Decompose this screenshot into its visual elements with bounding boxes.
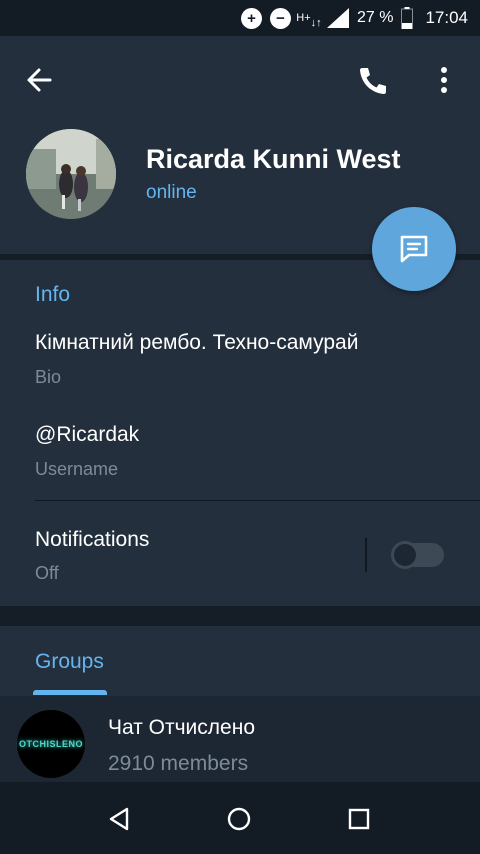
network-hplus-icon: H+ ↓↑ — [296, 11, 322, 29]
send-message-button[interactable] — [372, 207, 456, 291]
bio-text[interactable]: Кімнатний рембо. Техно-самурай — [35, 331, 358, 355]
avatar-photo — [26, 129, 116, 219]
profile-name: Ricarda Kunni West — [146, 144, 401, 174]
call-button[interactable] — [352, 62, 392, 98]
notifications-value: Off — [35, 563, 59, 583]
username-label: Username — [35, 459, 119, 479]
profile-avatar[interactable] — [26, 129, 116, 219]
home-circle-icon — [227, 807, 251, 831]
section-divider — [0, 606, 480, 626]
group-avatar: OTCHISLENO — [17, 710, 85, 778]
signal-icon — [326, 8, 349, 28]
battery-percent: 27 % — [356, 9, 394, 26]
message-icon — [400, 235, 428, 263]
notifications-toggle[interactable] — [391, 541, 444, 569]
data-saver-icon: + — [240, 7, 262, 29]
profile-status: online — [146, 182, 197, 203]
nav-back-button[interactable] — [102, 802, 136, 836]
group-name: Чат Отчислено — [108, 716, 255, 739]
notifications-label[interactable]: Notifications — [35, 528, 149, 552]
group-members: 2910 members — [108, 752, 249, 775]
back-button[interactable] — [20, 62, 60, 98]
back-arrow-icon — [27, 68, 52, 92]
info-title: Info — [35, 283, 71, 306]
row-divider — [35, 500, 480, 501]
clock: 17:04 — [425, 8, 468, 27]
do-not-disturb-icon: − — [269, 7, 291, 29]
status-bar: + − H+ ↓↑ 27 % 17:04 — [0, 0, 480, 36]
recents-square-icon — [348, 808, 370, 830]
nav-recents-button[interactable] — [342, 802, 376, 836]
toggle-knob — [391, 541, 419, 569]
username-text[interactable]: @Ricardak — [35, 423, 139, 447]
group-list-item[interactable]: OTCHISLENO Чат Отчислено 2910 members — [0, 696, 480, 782]
groups-tab-indicator — [33, 690, 107, 695]
navigation-bar — [0, 782, 480, 854]
back-triangle-icon — [109, 807, 129, 831]
bio-label: Bio — [35, 367, 62, 387]
phone-icon — [360, 68, 386, 94]
nav-home-button[interactable] — [222, 802, 256, 836]
groups-tab[interactable]: Groups — [35, 650, 104, 674]
battery-icon — [401, 7, 414, 29]
toggle-separator — [365, 538, 367, 572]
more-vert-icon — [441, 67, 447, 93]
more-options-button[interactable] — [426, 62, 462, 98]
